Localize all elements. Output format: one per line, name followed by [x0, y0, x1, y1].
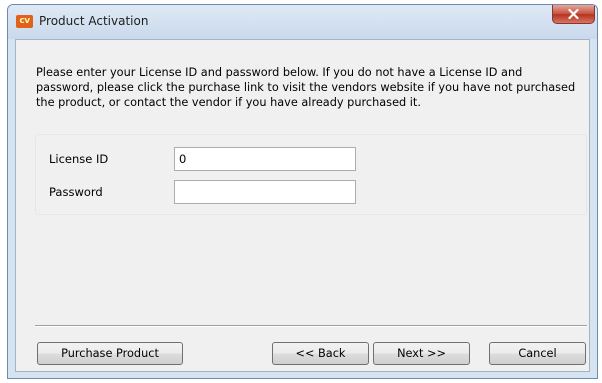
instructions-text: Please enter your License ID and passwor… [36, 66, 576, 109]
next-button[interactable]: Next >> [373, 342, 470, 365]
dialog-content: Please enter your License ID and passwor… [15, 39, 590, 372]
credentials-panel: License ID Password [35, 134, 587, 215]
close-button[interactable] [552, 5, 595, 24]
license-id-label: License ID [49, 152, 109, 166]
license-id-input[interactable] [174, 147, 356, 171]
cv-app-icon: cv [16, 15, 33, 28]
password-input[interactable] [174, 180, 356, 204]
title-bar[interactable]: cv Product Activation [8, 5, 597, 39]
purchase-product-button[interactable]: Purchase Product [37, 342, 183, 365]
password-label: Password [49, 185, 103, 199]
cancel-button[interactable]: Cancel [489, 342, 586, 365]
window-title: Product Activation [39, 14, 149, 28]
back-button[interactable]: << Back [272, 342, 369, 365]
product-activation-dialog: cv Product Activation Please enter your … [7, 4, 598, 379]
close-icon [568, 9, 579, 19]
button-separator [35, 325, 587, 327]
